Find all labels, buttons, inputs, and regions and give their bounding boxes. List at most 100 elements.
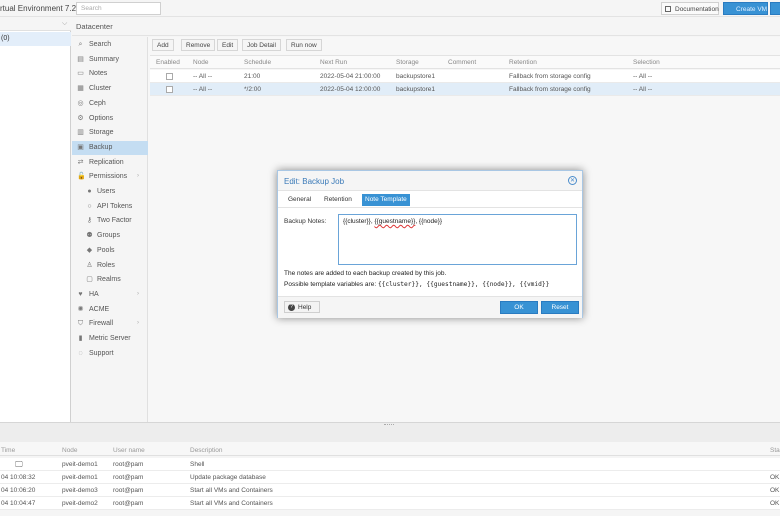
notes-icon: ▭ <box>77 70 84 78</box>
nav-item-label: Metric Server <box>89 335 131 342</box>
enabled-checkbox[interactable] <box>166 73 173 80</box>
chevron-icon[interactable]: › <box>137 291 139 297</box>
nav-item-ceph[interactable]: ◎ Ceph <box>72 97 148 111</box>
gear-icon: ⚙ <box>77 114 84 122</box>
cell-schedule: 21:00 <box>244 73 261 80</box>
nav-item-two-factor[interactable]: ⚷ Two Factor <box>72 214 148 228</box>
nav-item-support[interactable]: ◌ Support <box>72 347 148 361</box>
column-header-next-run[interactable]: Next Run <box>320 59 347 66</box>
chevron-down-icon[interactable]: ⌵ <box>62 20 67 28</box>
log-row[interactable]: 04 10:08:32 pveit-demo1 root@pam Update … <box>0 471 780 484</box>
log-column-time[interactable]: Time <box>1 447 15 454</box>
search-input[interactable]: Search <box>76 2 161 15</box>
dialog-title: Edit: Backup Job <box>284 177 345 186</box>
ceph-icon: ◎ <box>77 99 84 107</box>
log-row[interactable]: 04 10:04:47 pveit-demo2 root@pam Start a… <box>0 497 780 510</box>
add-button[interactable]: Add <box>152 39 174 51</box>
app-title: rtual Environment 7.2-3 <box>0 4 84 13</box>
nav-item-storage[interactable]: ▥ Storage <box>72 126 148 140</box>
nav-item-ha[interactable]: ♥ HA › <box>72 288 148 302</box>
cell-next-run: 2022-05-04 12:00:00 <box>320 86 381 93</box>
nav-item-cluster[interactable]: ▦ Cluster <box>72 82 148 96</box>
nav-item-realms[interactable]: ▢ Realms <box>72 273 148 287</box>
nav-item-backup[interactable]: ▣ Backup <box>72 140 148 155</box>
nav-item-roles[interactable]: ♙ Roles <box>72 259 148 273</box>
nav-item-label: Storage <box>89 129 114 137</box>
log-node: pveit-demo1 <box>62 461 98 468</box>
nav-item-options[interactable]: ⚙ Options <box>72 112 148 126</box>
nav-item-label: Search <box>89 41 112 48</box>
chevron-icon[interactable]: › <box>137 320 139 326</box>
log-row[interactable]: 04 10:06:20 pveit-demo3 root@pam Start a… <box>0 484 780 497</box>
nav-item-api-tokens[interactable]: ○ API Tokens <box>72 200 148 214</box>
log-column-description[interactable]: Description <box>190 447 223 454</box>
shield-icon: ⛉ <box>77 320 84 328</box>
nav-item-summary[interactable]: ▤ Summary <box>72 53 148 67</box>
user-icon: ● <box>87 188 92 195</box>
close-icon[interactable]: ✕ <box>568 176 577 185</box>
nav-item-search[interactable]: ⌕ Search <box>72 38 148 52</box>
nav-item-acme[interactable]: ✺ ACME <box>72 303 148 317</box>
documentation-button[interactable]: Documentation <box>661 2 719 15</box>
cell-node: -- All -- <box>193 86 213 93</box>
column-header-comment[interactable]: Comment <box>448 59 476 66</box>
tab-retention[interactable]: Retention <box>321 194 355 206</box>
log-column-status[interactable]: Sta <box>770 447 780 454</box>
page-title: Datacenter <box>76 22 113 31</box>
nav-item-groups[interactable]: ⚉ Groups <box>72 229 148 243</box>
nav-item-users[interactable]: ● Users <box>72 185 148 199</box>
splitter-handle[interactable] <box>384 424 394 426</box>
nav-item-label: Roles <box>97 261 115 269</box>
enabled-checkbox[interactable] <box>166 86 173 93</box>
bar-chart-icon: ▮ <box>78 335 83 342</box>
tags-icon: ◆ <box>86 246 93 254</box>
notes-text-part: {{guestname}} <box>374 218 416 225</box>
create-ct-button[interactable] <box>770 2 780 15</box>
help-button[interactable]: ? Help <box>284 301 320 313</box>
edit-button[interactable]: Edit <box>217 39 239 51</box>
nav-item-label: ACME <box>89 305 110 313</box>
nav-item-metric-server[interactable]: ▮ Metric Server <box>72 332 148 346</box>
column-header-schedule[interactable]: Schedule <box>244 59 271 66</box>
nav-item-label: Summary <box>89 55 119 63</box>
log-column-node[interactable]: Node <box>62 447 78 454</box>
address-book-icon: ▢ <box>86 276 93 284</box>
column-header-node[interactable]: Node <box>193 59 209 66</box>
column-header-selection[interactable]: Selection <box>633 59 660 66</box>
log-status: OK <box>770 474 780 481</box>
nav-item-permissions[interactable]: 🔓 Permissions › <box>72 170 148 184</box>
nav-item-notes[interactable]: ▭ Notes <box>72 67 148 81</box>
certificate-icon: ✺ <box>77 305 84 313</box>
log-column-user[interactable]: User name <box>113 447 145 454</box>
male-icon: ♙ <box>86 261 93 269</box>
column-header-enabled[interactable]: Enabled <box>156 59 180 66</box>
cell-schedule: */2:00 <box>244 86 261 93</box>
nav-item-label: Notes <box>89 70 108 78</box>
nav-item-replication[interactable]: ⇄ Replication <box>72 156 148 170</box>
chevron-icon[interactable]: › <box>137 173 139 179</box>
run-now-button[interactable]: Run now <box>286 39 322 51</box>
nav-item-firewall[interactable]: ⛉ Firewall › <box>72 317 148 331</box>
tab-divider <box>278 207 582 208</box>
tab-note-template[interactable]: Note Template <box>362 194 410 206</box>
tab-general[interactable]: General <box>285 194 314 206</box>
job-detail-button[interactable]: Job Detail <box>242 39 281 51</box>
key-icon: ⚷ <box>86 217 93 225</box>
nav-item-label: Replication <box>89 158 124 166</box>
tree-node-datacenter[interactable]: (0) <box>0 32 71 46</box>
reset-button[interactable]: Reset <box>541 301 579 314</box>
nav-item-label: Permissions <box>89 173 128 181</box>
nav-item-pools[interactable]: ◆ Pools <box>72 244 148 258</box>
remove-button[interactable]: Remove <box>181 39 216 51</box>
column-header-storage[interactable]: Storage <box>396 59 419 66</box>
log-row[interactable]: 🖵 pveit-demo1 root@pam Shell <box>0 458 780 471</box>
create-vm-button[interactable]: Create VM <box>723 2 768 15</box>
backup-notes-textarea[interactable]: {{cluster}}, {{guestname}}, {{node}} <box>338 214 577 265</box>
table-row[interactable]: -- All -- 21:00 2022-05-04 21:00:00 back… <box>150 70 780 83</box>
tree-view-selector[interactable] <box>0 17 71 31</box>
log-status: OK <box>770 500 780 507</box>
table-row[interactable]: -- All -- */2:00 2022-05-04 12:00:00 bac… <box>150 83 780 96</box>
column-header-retention[interactable]: Retention <box>509 59 537 66</box>
cell-selection: -- All -- <box>633 86 653 93</box>
ok-button[interactable]: OK <box>500 301 538 314</box>
